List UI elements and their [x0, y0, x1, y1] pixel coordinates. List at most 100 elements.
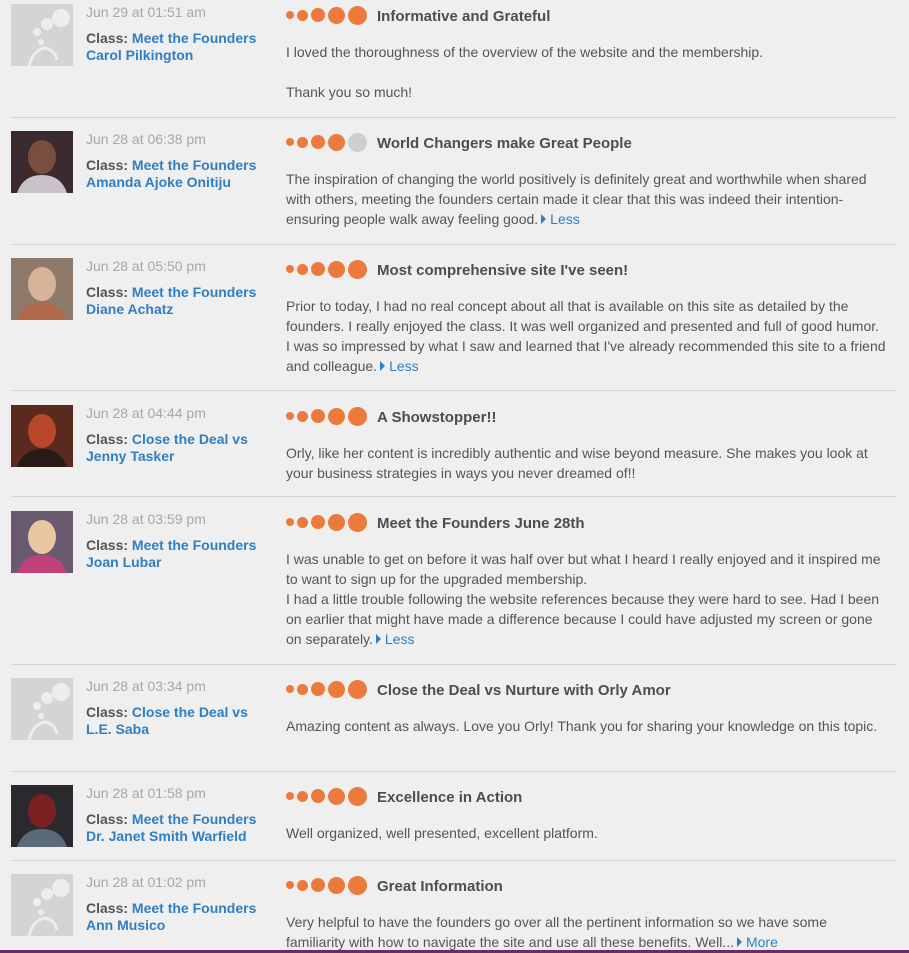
review-body: The inspiration of changing the world po… [286, 169, 886, 229]
review-title: A Showstopper!! [377, 409, 497, 426]
class-link[interactable]: Meet the Founders [132, 900, 256, 916]
review-date: Jun 28 at 01:58 pm [86, 785, 206, 801]
rating-dot-icon [286, 11, 294, 19]
author-link[interactable]: Joan Lubar [86, 554, 161, 571]
class-link[interactable]: Close the Deal vs [132, 704, 248, 720]
rating-dots [286, 786, 370, 806]
review-title: Informative and Grateful [377, 8, 551, 25]
review-paragraph: I was unable to get on before it was hal… [286, 551, 881, 587]
author-link[interactable]: Carol Pilkington [86, 47, 193, 64]
rating-dots [286, 512, 370, 532]
class-label: Class: [86, 900, 132, 916]
rating-dot-icon [297, 879, 308, 891]
review-divider [11, 860, 897, 861]
less-toggle[interactable]: Less [538, 211, 580, 227]
rating-dot-icon [328, 260, 345, 278]
class-line: Class: Meet the Founders [86, 537, 256, 554]
author-link[interactable]: Diane Achatz [86, 301, 173, 318]
rating-dot-icon [311, 789, 325, 803]
class-line: Class: Close the Deal vs [86, 704, 248, 721]
author-link[interactable]: Amanda Ajoke Onitiju [86, 174, 231, 191]
default-avatar-icon [11, 678, 73, 740]
rating-dot-icon [348, 875, 367, 895]
default-avatar-icon [11, 874, 73, 936]
rating-dot-icon [348, 406, 367, 426]
class-label: Class: [86, 431, 132, 447]
review-paragraph: The inspiration of changing the world po… [286, 171, 867, 227]
review-paragraph: I loved the thoroughness of the overview… [286, 44, 764, 60]
caret-right-icon [375, 634, 381, 644]
user-photo [11, 405, 73, 467]
rating-dot-icon [348, 679, 367, 699]
caret-right-icon [380, 361, 386, 371]
class-link[interactable]: Meet the Founders [132, 30, 256, 46]
review-body: Very helpful to have the founders go ove… [286, 912, 886, 952]
rating-dot-icon [328, 876, 345, 894]
default-avatar-icon [11, 4, 73, 66]
more-toggle[interactable]: More [734, 934, 778, 950]
rating-dot-icon [286, 881, 294, 889]
rating-dot-icon [286, 412, 294, 420]
review-title: World Changers make Great People [377, 135, 632, 152]
user-photo [11, 131, 73, 193]
review-date: Jun 29 at 01:51 am [86, 4, 206, 20]
rating-dots [286, 875, 370, 895]
rating-dot-icon [311, 878, 325, 892]
toggle-label: Less [389, 358, 419, 374]
less-toggle[interactable]: Less [373, 631, 414, 647]
rating-dot-icon [348, 259, 367, 279]
less-toggle[interactable]: Less [377, 358, 419, 374]
class-link[interactable]: Meet the Founders [132, 811, 256, 827]
rating-dot-icon [328, 513, 345, 531]
class-line: Class: Meet the Founders [86, 30, 256, 47]
author-link[interactable]: Dr. Janet Smith Warfield [86, 828, 247, 845]
author-link[interactable]: Jenny Tasker [86, 448, 174, 465]
toggle-label: More [745, 934, 778, 950]
review-title: Great Information [377, 878, 503, 895]
rating-dot-icon [348, 512, 367, 532]
user-photo [11, 511, 73, 573]
rating-dot-icon [328, 133, 345, 151]
rating-dot-icon [311, 515, 325, 529]
review-date: Jun 28 at 06:38 pm [86, 131, 206, 147]
caret-right-icon [736, 937, 742, 947]
rating-dot-icon [311, 262, 325, 276]
review-date: Jun 28 at 03:59 pm [86, 511, 206, 527]
review-date: Jun 28 at 04:44 pm [86, 405, 206, 421]
class-link[interactable]: Meet the Founders [132, 157, 256, 173]
review-title: Close the Deal vs Nurture with Orly Amor [377, 682, 671, 699]
caret-right-icon [541, 214, 547, 224]
author-link[interactable]: Ann Musico [86, 917, 165, 934]
review-body: Prior to today, I had no real concept ab… [286, 296, 886, 376]
rating-dot-icon [297, 263, 308, 275]
class-line: Class: Meet the Founders [86, 157, 256, 174]
review-paragraph: Orly, like her content is incredibly aut… [286, 445, 868, 481]
review-date: Jun 28 at 01:02 pm [86, 874, 206, 890]
review-divider [11, 117, 897, 118]
class-line: Class: Close the Deal vs [86, 431, 248, 448]
rating-dots [286, 5, 370, 25]
review-body: Orly, like her content is incredibly aut… [286, 443, 886, 483]
class-link[interactable]: Close the Deal vs [132, 431, 248, 447]
toggle-label: Less [550, 211, 580, 227]
review-divider [11, 244, 897, 245]
author-link[interactable]: L.E. Saba [86, 721, 149, 738]
rating-dot-icon [297, 410, 308, 422]
class-link[interactable]: Meet the Founders [132, 284, 256, 300]
review-paragraph: I had a little trouble following the web… [286, 591, 880, 647]
rating-dot-icon [286, 518, 294, 526]
review-body: I loved the thoroughness of the overview… [286, 42, 886, 102]
review-date: Jun 28 at 03:34 pm [86, 678, 206, 694]
review-title: Excellence in Action [377, 789, 523, 806]
review-body: I was unable to get on before it was hal… [286, 549, 886, 649]
review-body: Well organized, well presented, excellen… [286, 823, 886, 843]
rating-dot-icon [297, 136, 308, 148]
rating-dot-icon [328, 6, 345, 24]
review-paragraph: Very helpful to have the founders go ove… [286, 914, 827, 950]
review-divider [11, 771, 897, 772]
rating-dot-icon [328, 407, 345, 425]
class-link[interactable]: Meet the Founders [132, 537, 256, 553]
rating-dot-icon [297, 9, 308, 21]
class-line: Class: Meet the Founders [86, 900, 256, 917]
review-paragraph: Well organized, well presented, excellen… [286, 825, 598, 841]
